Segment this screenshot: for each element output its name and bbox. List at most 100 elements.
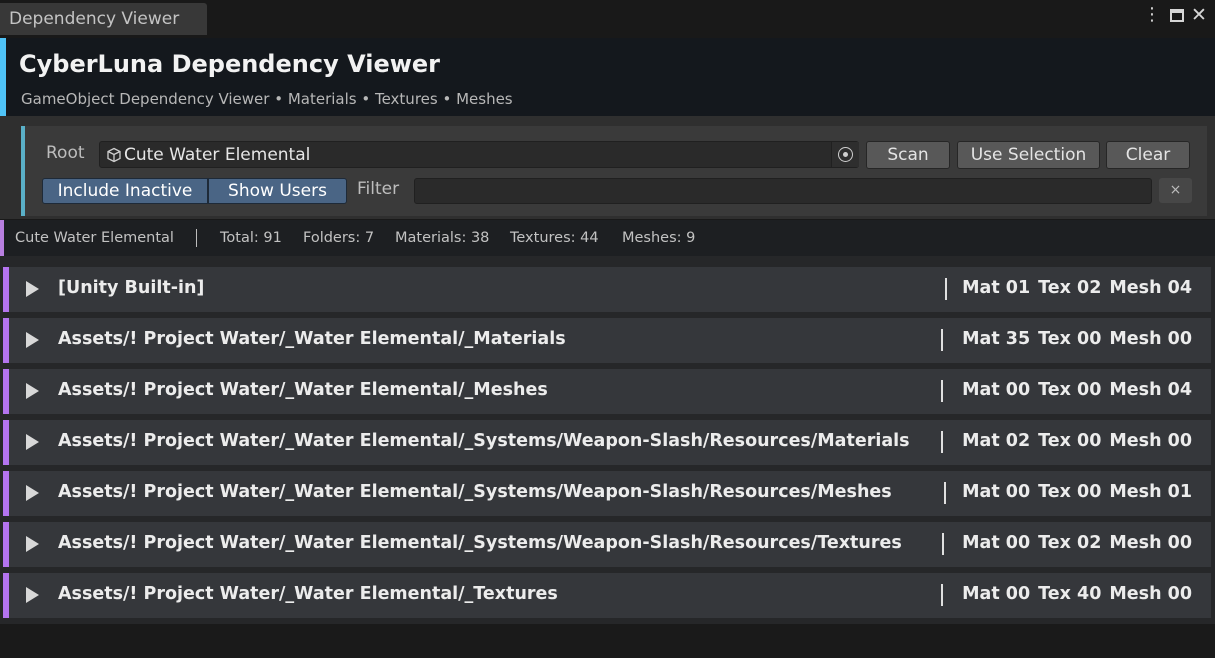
gameobject-cube-icon [107,147,121,163]
row-divider [944,482,946,504]
row-divider [941,329,943,351]
tex-count: Tex 00 [1038,329,1102,349]
include-inactive-toggle[interactable]: Include Inactive [42,178,208,204]
folder-row-accent [3,318,9,363]
expand-arrow-icon[interactable] [26,281,39,297]
expand-arrow-icon[interactable] [26,332,39,348]
filter-clear-button[interactable]: × [1159,178,1192,203]
folder-counts: Mat 01 Tex 02 Mesh 04 [954,278,1192,298]
summary-folders: Folders: 7 [303,230,375,246]
header-accent-bar [0,38,6,116]
scan-button[interactable]: Scan [866,141,950,169]
row-divider [945,278,947,300]
folder-row-accent [3,573,9,618]
mesh-count: Mesh 04 [1109,278,1192,298]
folder-path: Assets/! Project Water/_Water Elemental/… [58,380,548,400]
folder-path: Assets/! Project Water/_Water Elemental/… [58,482,892,502]
clear-button[interactable]: Clear [1106,141,1190,169]
folder-counts: Mat 00 Tex 00 Mesh 04 [954,380,1192,400]
expand-arrow-icon[interactable] [26,485,39,501]
object-picker-button[interactable] [831,142,859,167]
mesh-count: Mesh 00 [1109,329,1192,349]
mat-count: Mat 01 [962,278,1031,298]
filter-input[interactable] [414,178,1152,204]
expand-arrow-icon[interactable] [26,434,39,450]
folder-row-accent [3,420,9,465]
summary-meshes: Meshes: 9 [622,230,696,246]
page-subtitle: GameObject Dependency Viewer • Materials… [21,90,513,108]
folder-row[interactable]: [Unity Built-in] Mat 01 Tex 02 Mesh 04 [3,267,1211,312]
row-divider [942,533,944,555]
mat-count: Mat 00 [962,584,1031,604]
row-divider [941,431,943,453]
summary-bar: Cute Water Elemental Total: 91 Folders: … [0,220,1215,256]
folder-counts: Mat 35 Tex 00 Mesh 00 [954,329,1192,349]
row-divider [941,380,943,402]
summary-total: Total: 91 [220,230,282,246]
summary-accent-bar [0,220,4,256]
expand-arrow-icon[interactable] [26,587,39,603]
folder-path: Assets/! Project Water/_Water Elemental/… [58,431,910,451]
mat-count: Mat 35 [962,329,1031,349]
window-tab-bar: Dependency Viewer ⋮ ✕ [0,0,1215,35]
mat-count: Mat 00 [962,380,1031,400]
object-picker-icon [838,147,853,162]
close-icon[interactable]: ✕ [1191,5,1207,25]
folder-counts: Mat 00 Tex 00 Mesh 01 [954,482,1192,502]
tex-count: Tex 00 [1038,380,1102,400]
summary-divider [196,229,197,247]
mat-count: Mat 02 [962,431,1031,451]
tex-count: Tex 00 [1038,431,1102,451]
window-tab-title: Dependency Viewer [9,9,180,29]
mesh-count: Mesh 01 [1109,482,1192,502]
folder-row[interactable]: Assets/! Project Water/_Water Elemental/… [3,369,1211,414]
tex-count: Tex 02 [1038,278,1102,298]
mesh-count: Mesh 00 [1109,431,1192,451]
footer-area [0,624,1215,658]
folder-counts: Mat 00 Tex 40 Mesh 00 [954,584,1192,604]
folder-counts: Mat 00 Tex 02 Mesh 00 [954,533,1192,553]
page-title: CyberLuna Dependency Viewer [19,50,441,78]
folder-row[interactable]: Assets/! Project Water/_Water Elemental/… [3,573,1211,618]
expand-arrow-icon[interactable] [26,536,39,552]
header: CyberLuna Dependency Viewer GameObject D… [0,38,1215,116]
more-options-icon[interactable]: ⋮ [1143,5,1161,25]
controls-panel: Root Cute Water Elemental Scan Use Selec… [0,116,1215,219]
use-selection-button[interactable]: Use Selection [957,141,1100,169]
summary-materials: Materials: 38 [395,230,490,246]
folder-counts: Mat 02 Tex 00 Mesh 00 [954,431,1192,451]
mesh-count: Mesh 04 [1109,380,1192,400]
folder-row[interactable]: Assets/! Project Water/_Water Elemental/… [3,420,1211,465]
show-users-toggle[interactable]: Show Users [208,178,347,204]
folder-path: Assets/! Project Water/_Water Elemental/… [58,329,566,349]
folder-row-accent [3,267,9,312]
mesh-count: Mesh 00 [1109,584,1192,604]
root-object-field[interactable]: Cute Water Elemental [99,141,859,168]
window-tab[interactable]: Dependency Viewer [0,3,207,35]
folder-row[interactable]: Assets/! Project Water/_Water Elemental/… [3,318,1211,363]
mat-count: Mat 00 [962,533,1031,553]
tex-count: Tex 02 [1038,533,1102,553]
mesh-count: Mesh 00 [1109,533,1192,553]
folder-row[interactable]: Assets/! Project Water/_Water Elemental/… [3,471,1211,516]
folder-row[interactable]: Assets/! Project Water/_Water Elemental/… [3,522,1211,567]
folder-path: Assets/! Project Water/_Water Elemental/… [58,584,558,604]
folder-path: Assets/! Project Water/_Water Elemental/… [58,533,902,553]
controls-accent-bar [21,126,25,216]
root-label: Root [46,143,85,163]
summary-root-name: Cute Water Elemental [15,230,174,246]
maximize-icon[interactable] [1170,9,1184,22]
root-object-value: Cute Water Elemental [124,145,311,165]
expand-arrow-icon[interactable] [26,383,39,399]
summary-textures: Textures: 44 [510,230,599,246]
folder-row-accent [3,471,9,516]
tex-count: Tex 00 [1038,482,1102,502]
controls-box: Root Cute Water Elemental Scan Use Selec… [21,126,1207,216]
mat-count: Mat 00 [962,482,1031,502]
folder-row-accent [3,522,9,567]
folder-path: [Unity Built-in] [58,278,205,298]
folder-row-accent [3,369,9,414]
row-divider [941,584,943,606]
filter-label: Filter [357,179,400,199]
folder-list: [Unity Built-in] Mat 01 Tex 02 Mesh 04 Ass… [0,256,1215,624]
